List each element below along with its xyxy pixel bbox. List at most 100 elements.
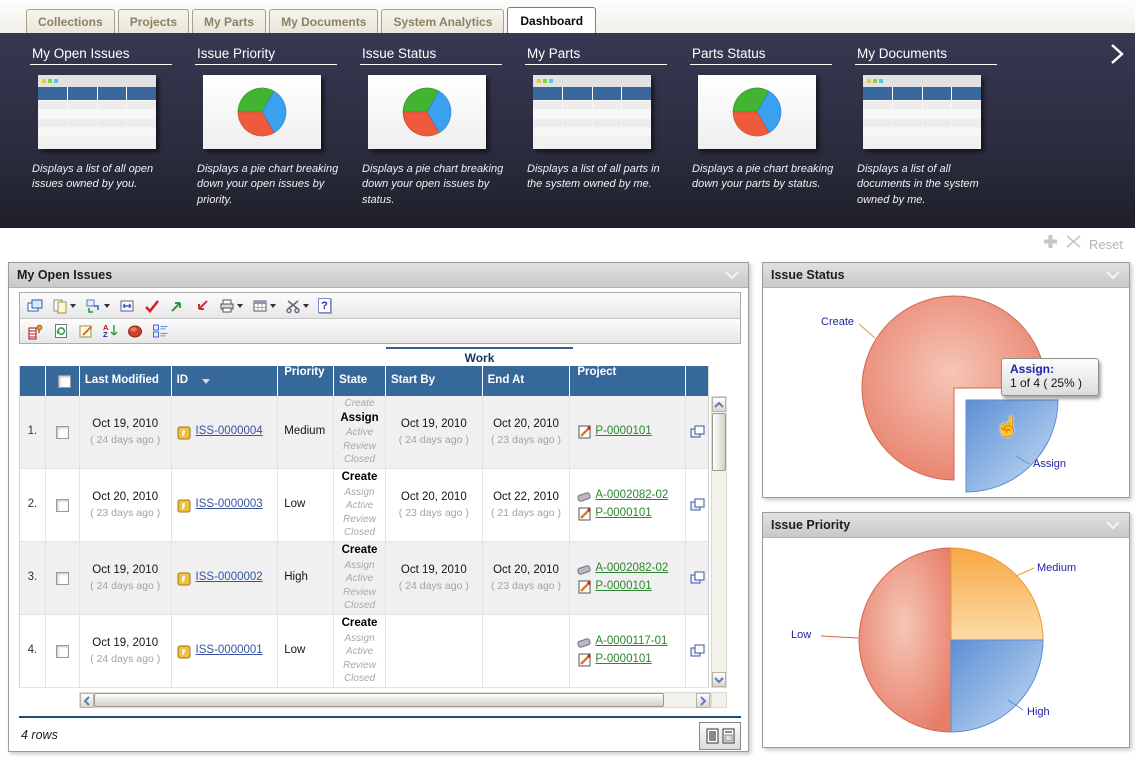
find-replace-icon[interactable] (83, 297, 112, 315)
pie-label-create: Create (821, 316, 854, 328)
scroll-right-icon[interactable] (696, 693, 710, 708)
activity-link[interactable]: A-0000117-01 (595, 634, 667, 650)
scrollbar-thumb[interactable] (712, 413, 726, 471)
dropdown-arrow-icon (104, 304, 110, 308)
cursor-hand-icon: ☝ (995, 414, 1020, 439)
widget-title: My Documents (855, 43, 997, 65)
pie-slice-high[interactable] (951, 640, 1043, 732)
edit-view-icon[interactable] (76, 322, 96, 340)
help-icon[interactable]: ? (316, 297, 333, 314)
filter-column-icon[interactable] (25, 322, 46, 341)
table-thumbnail-icon (863, 75, 981, 149)
sort-descending-icon (202, 379, 210, 384)
header-id[interactable]: ID (172, 366, 279, 396)
tree-list-icon[interactable] (150, 322, 171, 340)
panel-header: Issue Priority (763, 513, 1129, 538)
copy-paste-icon[interactable] (50, 297, 78, 315)
activity-link[interactable]: A-0002082-02 (595, 488, 668, 504)
work-column-group: Work (386, 347, 573, 365)
check-in-arrow-icon[interactable] (192, 297, 212, 315)
validate-check-icon[interactable] (142, 297, 162, 315)
widget-issue-priority[interactable]: Issue Priority Displays a pie chart brea… (195, 43, 346, 208)
activity-icon (577, 563, 592, 576)
select-all-checkbox[interactable] (58, 375, 71, 388)
check-out-arrow-icon[interactable] (167, 297, 187, 315)
row-checkbox[interactable] (56, 645, 69, 658)
activity-link[interactable]: A-0002082-02 (595, 561, 668, 577)
open-info-window-icon[interactable] (690, 498, 705, 512)
header-priority[interactable]: Priority (278, 366, 334, 396)
tools-icon[interactable] (283, 297, 311, 315)
table-row: 3. Oct 19, 2010( 24 days ago ) ISS-00000… (20, 542, 708, 615)
gallery-next-icon[interactable] (1109, 43, 1129, 65)
split-view-icon (722, 728, 735, 744)
project-link[interactable]: P-0000101 (595, 424, 651, 440)
project-icon (577, 579, 592, 594)
table-row: 4. Oct 19, 2010( 24 days ago ) ISS-00000… (20, 615, 708, 688)
scroll-down-icon[interactable] (712, 672, 726, 687)
collapse-chevron-icon[interactable] (1105, 268, 1121, 282)
tab-dashboard[interactable]: Dashboard (507, 7, 596, 33)
row-checkbox[interactable] (56, 572, 69, 585)
chart-view-icon[interactable] (125, 322, 145, 340)
reset-button[interactable]: Reset (1089, 237, 1123, 252)
horizontal-scrollbar[interactable] (79, 692, 711, 708)
project-link[interactable]: P-0000101 (595, 506, 651, 522)
swap-view-icon[interactable] (117, 297, 137, 315)
row-checkbox[interactable] (56, 499, 69, 512)
scrollbar-thumb[interactable] (94, 693, 664, 707)
project-link[interactable]: P-0000101 (595, 652, 651, 668)
row-checkbox[interactable] (56, 426, 69, 439)
state-stack: Create Assign Active Review Closed (334, 542, 386, 614)
open-info-window-icon[interactable] (690, 644, 705, 658)
pie-label-assign: Assign (1033, 458, 1066, 470)
state-stack: Create Assign Active Review Closed (334, 396, 386, 468)
table-header-row: Last Modified ID Priority State Start By… (20, 366, 708, 396)
header-project[interactable]: Project (570, 366, 686, 396)
pie-slice-medium[interactable] (951, 548, 1043, 640)
activity-icon (577, 636, 592, 649)
tab-my-documents[interactable]: My Documents (269, 9, 378, 33)
issue-link[interactable]: ISS-0000003 (196, 497, 263, 513)
widget-my-parts[interactable]: My Parts Displays a list of all parts in… (525, 43, 676, 208)
widget-my-open-issues[interactable]: My Open Issues Displays a list of all op… (30, 43, 181, 208)
add-widget-icon[interactable] (1043, 234, 1058, 254)
remove-widget-icon[interactable] (1065, 234, 1082, 254)
tab-projects[interactable]: Projects (118, 9, 189, 33)
open-info-window-icon[interactable] (690, 425, 705, 439)
refresh-icon[interactable] (51, 322, 71, 340)
open-info-window-icon[interactable] (690, 571, 705, 585)
issue-link[interactable]: ISS-0000001 (196, 643, 263, 659)
tab-system-analytics[interactable]: System Analytics (381, 9, 504, 33)
vertical-scrollbar[interactable] (711, 396, 727, 688)
scroll-up-icon[interactable] (712, 397, 726, 412)
tooltip-value: 1 of 4 ( 25% ) (1010, 376, 1090, 390)
header-last-modified[interactable]: Last Modified (80, 366, 172, 396)
widget-parts-status[interactable]: Parts Status Displays a pie chart breaki… (690, 43, 841, 208)
issue-icon (177, 571, 192, 586)
collapse-chevron-icon[interactable] (1105, 518, 1121, 532)
pie-thumbnail-icon (203, 75, 321, 149)
new-window-icon[interactable] (25, 297, 45, 315)
view-toggle-button[interactable] (699, 722, 741, 750)
project-link[interactable]: P-0000101 (595, 579, 651, 595)
widget-title: Issue Status (360, 43, 502, 65)
pie-label-high: High (1027, 706, 1050, 718)
scroll-left-icon[interactable] (80, 693, 94, 708)
header-state[interactable]: State (334, 366, 386, 396)
issue-link[interactable]: ISS-0000002 (196, 570, 263, 586)
widget-my-documents[interactable]: My Documents Displays a list of all docu… (855, 43, 1006, 208)
print-icon[interactable] (217, 297, 245, 315)
widget-issue-status[interactable]: Issue Status Displays a pie chart breaki… (360, 43, 511, 208)
tab-my-parts[interactable]: My Parts (192, 9, 266, 33)
pie-slice-low[interactable] (859, 548, 951, 732)
collapse-chevron-icon[interactable] (724, 268, 740, 282)
issue-link[interactable]: ISS-0000004 (196, 424, 263, 440)
header-start-by[interactable]: Start By (386, 366, 483, 396)
sort-az-icon[interactable]: AZ (101, 323, 120, 339)
activity-icon (577, 490, 592, 503)
tab-collections[interactable]: Collections (26, 9, 115, 33)
project-icon (577, 506, 592, 521)
export-table-icon[interactable] (250, 297, 278, 315)
header-end-at[interactable]: End At (483, 366, 571, 396)
